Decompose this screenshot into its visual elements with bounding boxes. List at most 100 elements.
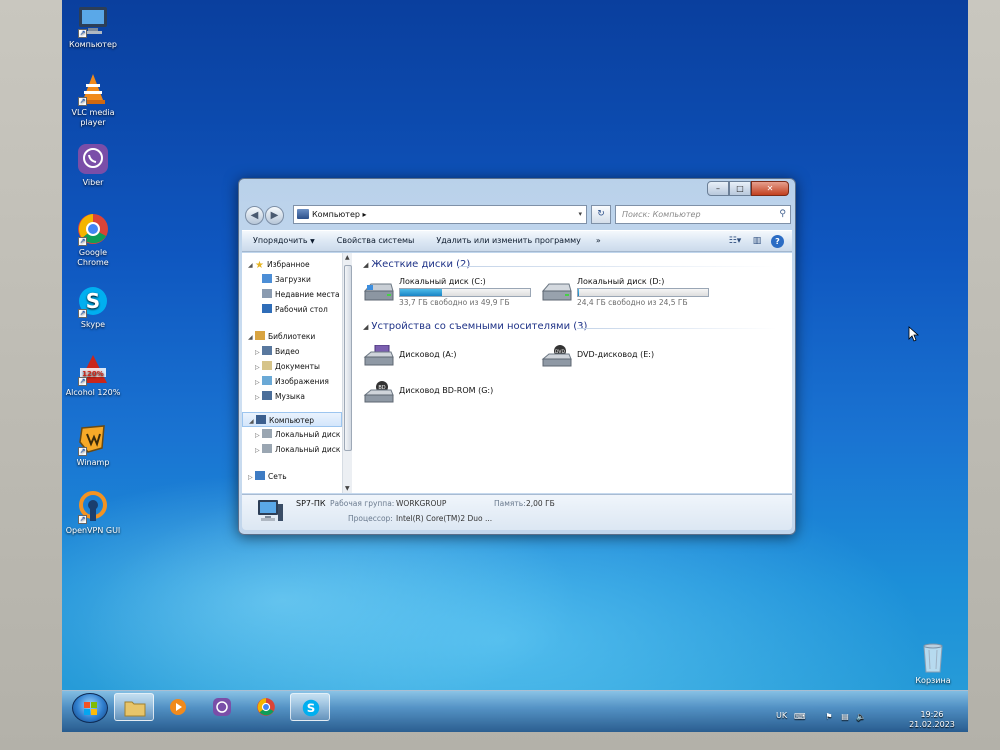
preview-pane-icon[interactable]: ▥ bbox=[749, 234, 765, 249]
forward-arrow-icon: ▶ bbox=[270, 209, 279, 221]
hard-drive-icon bbox=[262, 444, 272, 453]
nav-label: Локальный диск bbox=[275, 445, 341, 454]
desktop-icon-computer[interactable]: ↗ Компьютер bbox=[62, 4, 124, 50]
taskbar-viber[interactable] bbox=[202, 693, 242, 721]
desktop-icon-viber[interactable]: Viber bbox=[62, 142, 124, 188]
scroll-down-icon[interactable]: ▼ bbox=[345, 485, 350, 492]
svg-text:S: S bbox=[307, 701, 315, 715]
shortcut-arrow-icon: ↗ bbox=[78, 377, 87, 386]
refresh-icon: ↻ bbox=[597, 209, 605, 219]
drive-e[interactable]: DVD DVD-дисковод (E:) bbox=[541, 341, 691, 371]
nav-network[interactable]: ▷ Сеть bbox=[242, 469, 342, 484]
refresh-button[interactable]: ↻ bbox=[591, 205, 611, 224]
scroll-up-icon[interactable]: ▲ bbox=[345, 254, 350, 261]
nav-label: Сеть bbox=[268, 472, 287, 481]
taskbar-skype[interactable]: S bbox=[290, 693, 330, 721]
computer-small-icon bbox=[297, 209, 309, 219]
minimize-button[interactable]: – bbox=[707, 181, 729, 196]
desktop-icon-chrome[interactable]: ↗ Google Chrome bbox=[62, 212, 124, 268]
search-icon: ⚲ bbox=[779, 209, 786, 219]
nav-label: Видео bbox=[275, 347, 300, 356]
action-center-flag-icon[interactable]: ⚑ bbox=[824, 712, 834, 721]
details-pane: SP7-ПК Рабочая группа: WORKGROUP Память:… bbox=[242, 494, 792, 530]
explorer-window[interactable]: – □ ✕ ◀ ▶ Компьютер ▸ ▾ ↻ Поиск: Компьют… bbox=[238, 178, 796, 535]
content-pane[interactable]: ◢ Жесткие диски (2) Локальный диск (C:) 3… bbox=[357, 253, 792, 493]
folder-icon bbox=[124, 701, 146, 717]
drive-c[interactable]: Локальный диск (C:) 33,7 ГБ свободно из … bbox=[363, 277, 538, 311]
nav-documents[interactable]: ▷ Документы bbox=[242, 359, 342, 374]
recent-places-icon bbox=[262, 289, 272, 298]
desktop-icon-alcohol[interactable]: 120% ↗ Alcohol 120% bbox=[62, 352, 124, 398]
search-input[interactable]: Поиск: Компьютер ⚲ bbox=[615, 205, 791, 224]
uninstall-program-button[interactable]: Удалить или изменить программу bbox=[425, 230, 592, 252]
drive-name: DVD-дисковод (E:) bbox=[577, 350, 655, 359]
clock[interactable]: 19:26 21.02.2023 bbox=[904, 710, 960, 730]
nav-recent[interactable]: Недавние места bbox=[242, 287, 342, 302]
taskbar-chrome[interactable] bbox=[246, 693, 286, 721]
nav-desktop[interactable]: Рабочий стол bbox=[242, 302, 342, 317]
volume-icon[interactable]: 🔈 bbox=[856, 712, 866, 721]
command-bar: Упорядочить ▼ Свойства системы Удалить и… bbox=[242, 230, 792, 252]
maximize-button[interactable]: □ bbox=[729, 181, 751, 196]
nav-images[interactable]: ▷ Изображения bbox=[242, 374, 342, 389]
mouse-cursor-icon bbox=[908, 326, 920, 342]
chrome-icon: ↗ bbox=[76, 212, 110, 246]
group-title: Устройства со съемными носителями (3) bbox=[371, 321, 588, 332]
shortcut-arrow-icon: ↗ bbox=[78, 29, 87, 38]
close-button[interactable]: ✕ bbox=[751, 181, 789, 196]
nav-label: Рабочий стол bbox=[275, 305, 328, 314]
drive-free-space: 24,4 ГБ свободно из 24,5 ГБ bbox=[577, 298, 688, 307]
navigation-pane[interactable]: ◢ ★ Избранное Загрузки Недавние места Рабо… bbox=[242, 253, 342, 493]
workgroup-value: WORKGROUP bbox=[396, 499, 447, 508]
system-properties-button[interactable]: Свойства системы bbox=[326, 230, 426, 252]
drive-d[interactable]: Локальный диск (D:) 24,4 ГБ свободно из … bbox=[541, 277, 731, 311]
group-hard-disks[interactable]: ◢ Жесткие диски (2) bbox=[363, 259, 470, 270]
forward-button[interactable]: ▶ bbox=[265, 205, 284, 225]
desktop-icon-vlc[interactable]: ↗ VLC media player bbox=[62, 72, 124, 128]
keyboard-icon[interactable]: ⌨ bbox=[794, 712, 806, 721]
nav-music[interactable]: ▷ Музыка bbox=[242, 389, 342, 404]
drive-g[interactable]: BD Дисковод BD-ROM (G:) bbox=[363, 377, 533, 407]
address-bar[interactable]: Компьютер ▸ ▾ bbox=[293, 205, 587, 224]
desktop-icon-recycle-bin[interactable]: Корзина bbox=[902, 640, 964, 686]
address-path: Компьютер ▸ bbox=[312, 210, 367, 219]
drive-name: Локальный диск (C:) bbox=[399, 277, 486, 286]
desktop[interactable]: ↗ Компьютер ↗ VLC media player Viber ↗ G… bbox=[62, 0, 968, 732]
desktop-icon-openvpn[interactable]: ↗ OpenVPN GUI bbox=[62, 490, 124, 536]
nav-pane-scrollbar[interactable]: ▲ ▼ bbox=[342, 253, 352, 493]
nav-local-disk-c[interactable]: ▷ Локальный диск bbox=[242, 427, 342, 442]
alcohol-icon: 120% ↗ bbox=[76, 352, 110, 386]
nav-libraries[interactable]: ◢ Библиотеки bbox=[242, 329, 342, 344]
drive-name: Дисковод BD-ROM (G:) bbox=[399, 386, 494, 395]
help-icon[interactable]: ? bbox=[771, 235, 784, 248]
nav-favorites[interactable]: ◢ ★ Избранное bbox=[242, 257, 342, 272]
start-button[interactable] bbox=[72, 693, 108, 723]
window-caption-buttons: – □ ✕ bbox=[707, 181, 789, 197]
taskbar-media-player[interactable] bbox=[158, 693, 198, 721]
nav-downloads[interactable]: Загрузки bbox=[242, 272, 342, 287]
scrollbar-thumb[interactable] bbox=[344, 265, 352, 451]
group-removable[interactable]: ◢ Устройства со съемными носителями (3) bbox=[363, 321, 587, 332]
back-button[interactable]: ◀ bbox=[245, 205, 264, 225]
address-dropdown-icon[interactable]: ▾ bbox=[578, 206, 582, 223]
nav-local-disk-d[interactable]: ▷ Локальный диск bbox=[242, 442, 342, 457]
organize-button[interactable]: Упорядочить ▼ bbox=[242, 230, 326, 252]
desktop-icon-skype[interactable]: S ↗ Skype bbox=[62, 284, 124, 330]
svg-text:S: S bbox=[86, 289, 100, 313]
drive-a[interactable]: Дисковод (A:) bbox=[363, 341, 513, 371]
downloads-icon bbox=[262, 274, 272, 283]
desktop-icon-winamp[interactable]: ↗ Winamp bbox=[62, 422, 124, 468]
openvpn-icon: ↗ bbox=[76, 490, 110, 524]
nav-video[interactable]: ▷ Видео bbox=[242, 344, 342, 359]
skype-icon: S bbox=[302, 699, 320, 717]
images-icon bbox=[262, 376, 272, 385]
floppy-drive-icon bbox=[363, 345, 394, 366]
change-view-icon[interactable]: ☷▾ bbox=[727, 234, 743, 249]
network-tray-icon[interactable]: ▤ bbox=[840, 712, 850, 721]
desktop-icon-label: Viber bbox=[82, 178, 104, 187]
more-commands-button[interactable]: » bbox=[592, 230, 605, 252]
taskbar-explorer[interactable] bbox=[114, 693, 154, 721]
nav-computer[interactable]: ◢ Компьютер bbox=[242, 412, 342, 427]
media-player-icon bbox=[170, 699, 186, 715]
language-indicator[interactable]: UK bbox=[776, 711, 787, 720]
